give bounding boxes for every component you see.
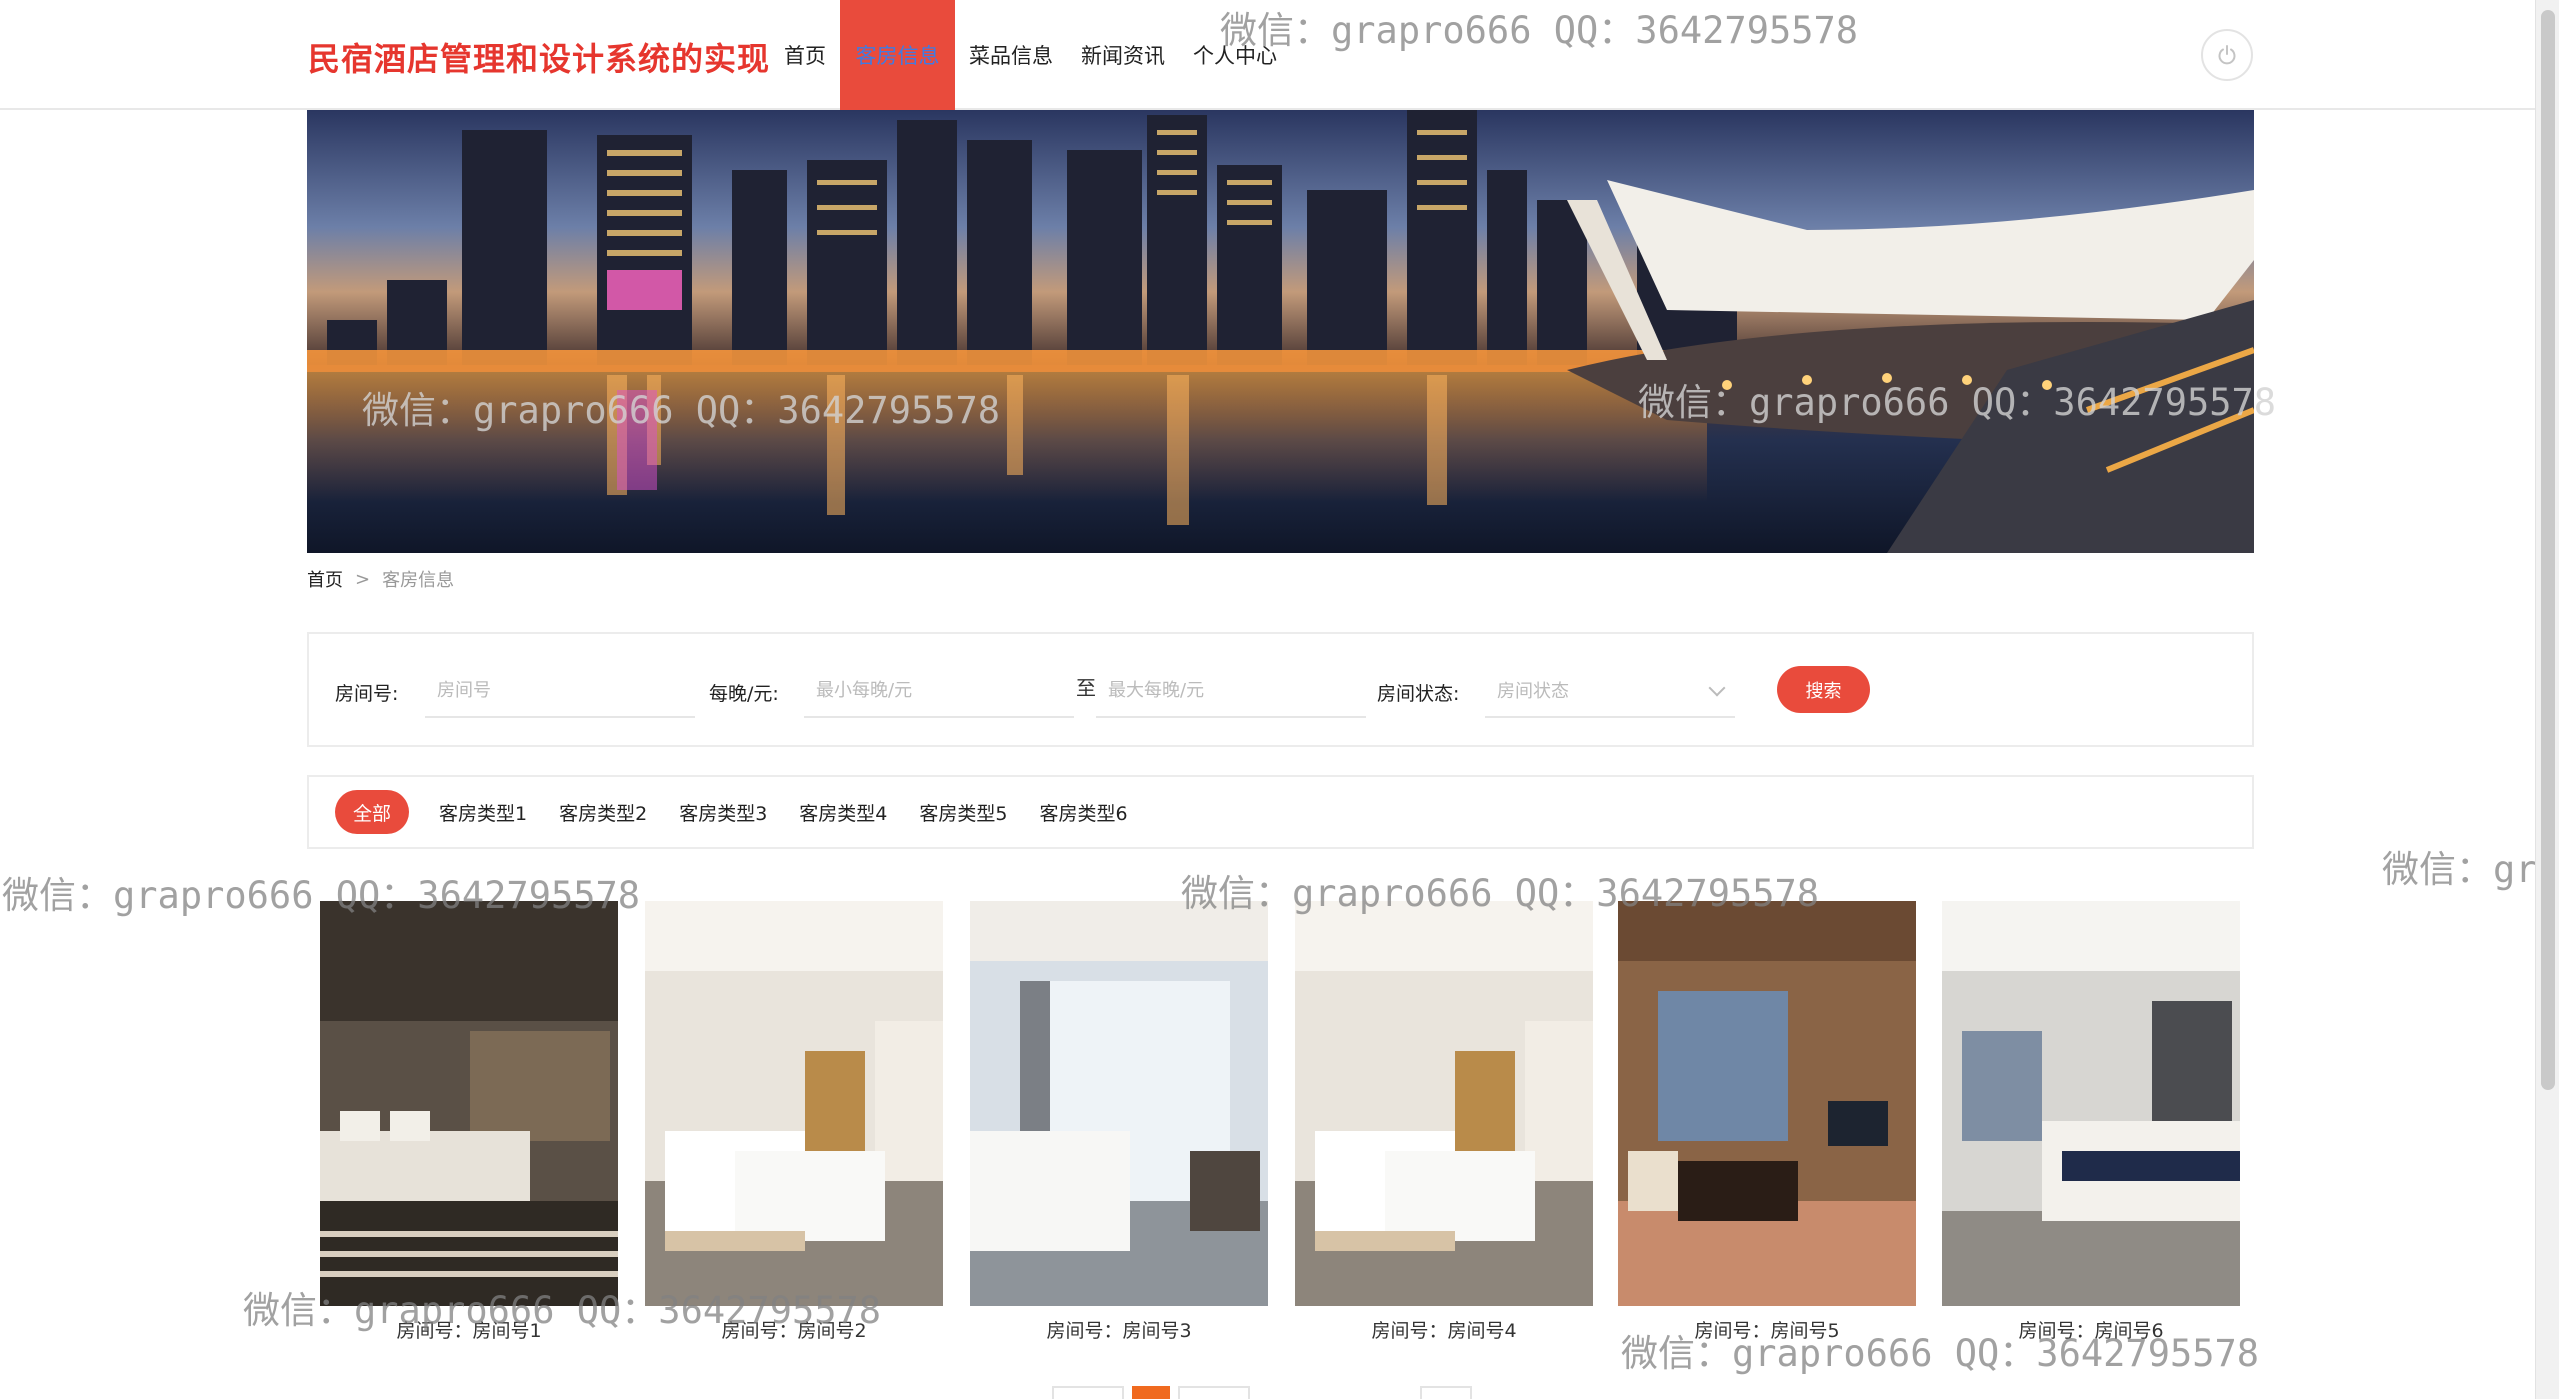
type-tab-2[interactable]: 客房类型2	[543, 790, 663, 834]
room-photo[interactable]	[1942, 901, 2240, 1306]
room-caption: 房间号：房间号4	[1371, 1320, 1517, 1342]
nav-profile[interactable]: 个人中心	[1179, 0, 1291, 110]
type-tab-6[interactable]: 客房类型6	[1023, 790, 1143, 834]
room-photo[interactable]	[970, 901, 1268, 1306]
room-no-input[interactable]	[425, 664, 695, 718]
room-photo[interactable]	[320, 901, 618, 1306]
room-no-label: 房间号:	[335, 683, 399, 705]
type-tab-all[interactable]: 全部	[335, 790, 410, 834]
room-status-placeholder: 房间状态	[1497, 681, 1569, 702]
room-caption: 房间号：房间号2	[721, 1320, 867, 1342]
watermark-text: 微信：grapro666 QQ：3642795578	[2382, 848, 2559, 891]
pagination-jump-input[interactable]	[1420, 1386, 1472, 1399]
nav-news[interactable]: 新闻资讯	[1067, 0, 1179, 110]
room-caption: 房间号：房间号5	[1694, 1320, 1840, 1342]
breadcrumb: 首页 > 客房信息	[307, 566, 454, 592]
power-icon	[2218, 45, 2236, 65]
room-photo[interactable]	[645, 901, 943, 1306]
room-type-filter: 全部 客房类型1 客房类型2 客房类型3 客房类型4 客房类型5 客房类型6	[307, 775, 2254, 849]
type-tab-1[interactable]: 客房类型1	[423, 790, 543, 834]
room-card[interactable]: 房间号：房间号4	[1295, 901, 1593, 1343]
room-status-label: 房间状态:	[1377, 683, 1460, 705]
price-label: 每晚/元:	[709, 683, 779, 705]
room-caption: 房间号：房间号6	[2018, 1320, 2164, 1342]
pagination-next-button[interactable]	[1178, 1386, 1250, 1399]
search-panel: 房间号: 每晚/元: 至 房间状态: 房间状态 搜索	[307, 632, 2254, 747]
min-price-input[interactable]	[804, 664, 1074, 718]
room-caption: 房间号：房间号1	[396, 1320, 542, 1342]
nav-home[interactable]: 首页	[770, 0, 840, 110]
chevron-down-icon	[1708, 679, 1726, 697]
pagination-prev-button[interactable]	[1052, 1386, 1124, 1399]
room-card[interactable]: 房间号：房间号5	[1618, 901, 1916, 1343]
room-card[interactable]: 房间号：房间号2	[645, 901, 943, 1343]
room-photo[interactable]	[1295, 901, 1593, 1306]
page-scrollbar[interactable]	[2535, 0, 2559, 1399]
max-price-input[interactable]	[1096, 664, 1366, 718]
room-caption: 房间号：房间号3	[1046, 1320, 1192, 1342]
breadcrumb-current: 客房信息	[382, 570, 455, 591]
room-status-select[interactable]: 房间状态	[1485, 664, 1735, 718]
pagination	[1052, 1386, 1250, 1399]
site-title: 民宿酒店管理和设计系统的实现	[308, 40, 771, 78]
logout-button[interactable]	[2201, 29, 2253, 81]
city-night-skyline-image	[307, 110, 2254, 553]
room-card[interactable]: 房间号：房间号3	[970, 901, 1268, 1343]
pagination-current-page[interactable]	[1132, 1386, 1170, 1399]
type-tab-5[interactable]: 客房类型5	[903, 790, 1023, 834]
room-list: 房间号：房间号1 房间号：房间号2 房间号：房间号3 房间号：房间号4 房间号：…	[320, 901, 2250, 1351]
scrollbar-thumb[interactable]	[2541, 10, 2555, 1090]
nav-dishes[interactable]: 菜品信息	[955, 0, 1067, 110]
main-nav: 首页 客房信息 菜品信息 新闻资讯 个人中心	[770, 0, 1291, 110]
breadcrumb-home[interactable]: 首页	[307, 566, 343, 592]
price-to-label: 至	[1076, 676, 1096, 700]
hero-banner	[307, 110, 2254, 553]
type-tab-4[interactable]: 客房类型4	[783, 790, 903, 834]
top-header: 民宿酒店管理和设计系统的实现 首页 客房信息 菜品信息 新闻资讯 个人中心	[0, 0, 2559, 110]
nav-rooms[interactable]: 客房信息	[840, 0, 955, 110]
room-card[interactable]: 房间号：房间号6	[1942, 901, 2240, 1343]
search-button[interactable]: 搜索	[1777, 666, 1870, 713]
type-tab-3[interactable]: 客房类型3	[663, 790, 783, 834]
breadcrumb-separator: >	[355, 568, 371, 590]
room-card[interactable]: 房间号：房间号1	[320, 901, 618, 1343]
room-photo[interactable]	[1618, 901, 1916, 1306]
